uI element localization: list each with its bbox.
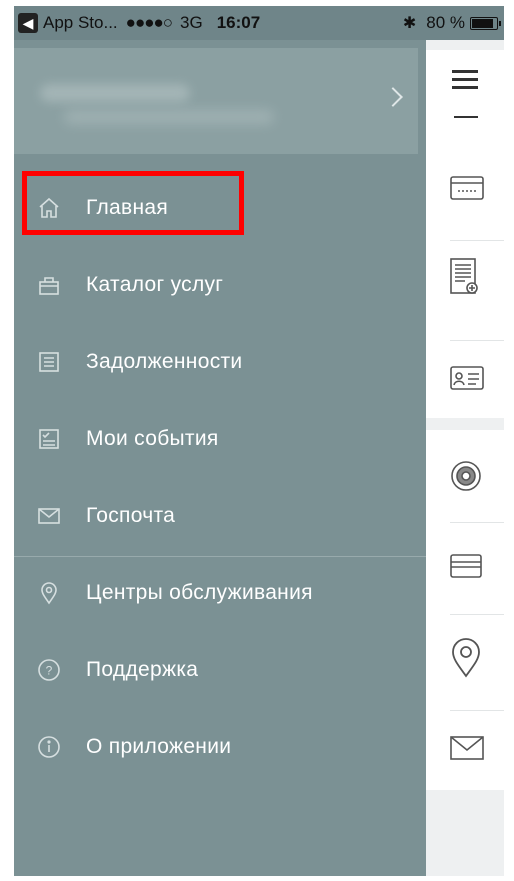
battery-percent: 80 % — [426, 13, 465, 32]
menu-item-service-centers[interactable]: Центры обслуживания — [14, 563, 418, 623]
selection-highlight-box — [22, 171, 244, 235]
menu-item-label: Мои события — [86, 427, 219, 450]
envelope-icon — [36, 503, 62, 529]
network-type: 3G — [180, 13, 203, 32]
menu-item-gospochta[interactable]: Госпочта — [14, 486, 418, 546]
back-app-label: App Sto... — [43, 13, 118, 32]
menu-item-debts[interactable]: Задолженности — [14, 332, 418, 392]
main-content — [426, 40, 504, 876]
basket-icon — [36, 272, 62, 298]
profile-header[interactable] — [14, 48, 418, 154]
content-card — [426, 50, 504, 418]
emblem-icon[interactable] — [450, 460, 482, 497]
menu-item-label: Госпочта — [86, 504, 176, 527]
signal-strength: ●●●●○ — [125, 13, 173, 32]
envelope-icon[interactable] — [450, 736, 484, 765]
blurred-user-name — [40, 84, 190, 102]
list-icon — [36, 349, 62, 375]
location-pin-icon[interactable] — [450, 638, 482, 683]
clock: 16:07 — [216, 13, 261, 32]
menu-item-label: Поддержка — [86, 658, 199, 681]
menu-item-events[interactable]: Мои события — [14, 409, 418, 469]
menu-item-label: Каталог услуг — [86, 273, 224, 296]
menu-item-support[interactable]: ? Поддержка — [14, 640, 418, 700]
bluetooth-icon: ✱ — [402, 15, 417, 32]
menu-divider — [14, 556, 426, 557]
checklist-icon — [36, 426, 62, 452]
phone-screen: ◀ App Sto... ●●●●○ 3G 16:07 ✱ 80 % Главн… — [14, 6, 504, 876]
hamburger-menu-icon[interactable] — [452, 70, 478, 94]
back-arrow-icon: ◀ — [18, 13, 38, 33]
row-separator — [450, 340, 504, 341]
battery-icon — [470, 16, 501, 30]
menu-item-label: Центры обслуживания — [86, 581, 313, 604]
status-bar: ◀ App Sto... ●●●●○ 3G 16:07 ✱ 80 % — [14, 6, 504, 40]
row-separator — [450, 710, 504, 711]
info-icon — [36, 734, 62, 760]
menu-item-label: Задолженности — [86, 350, 243, 373]
card-icon[interactable] — [450, 176, 484, 205]
blurred-user-detail — [64, 110, 274, 124]
row-separator — [450, 240, 504, 241]
row-separator — [450, 614, 504, 615]
content-card — [426, 430, 504, 790]
document-icon[interactable] — [450, 258, 480, 301]
menu-item-label: О приложении — [86, 735, 232, 758]
question-icon: ? — [36, 657, 62, 683]
menu-item-catalog[interactable]: Каталог услуг — [14, 255, 418, 315]
location-pin-icon — [36, 580, 62, 606]
row-separator — [450, 522, 504, 523]
id-card-icon[interactable] — [450, 366, 484, 395]
side-menu: Главная Каталог услуг Задолженности Мои … — [14, 40, 426, 876]
divider — [454, 116, 478, 118]
chevron-right-icon — [383, 87, 403, 107]
menu-item-about[interactable]: О приложении — [14, 717, 418, 777]
svg-text:?: ? — [46, 664, 53, 678]
back-to-app-button[interactable]: ◀ App Sto... — [18, 13, 118, 33]
card-icon[interactable] — [450, 554, 482, 585]
